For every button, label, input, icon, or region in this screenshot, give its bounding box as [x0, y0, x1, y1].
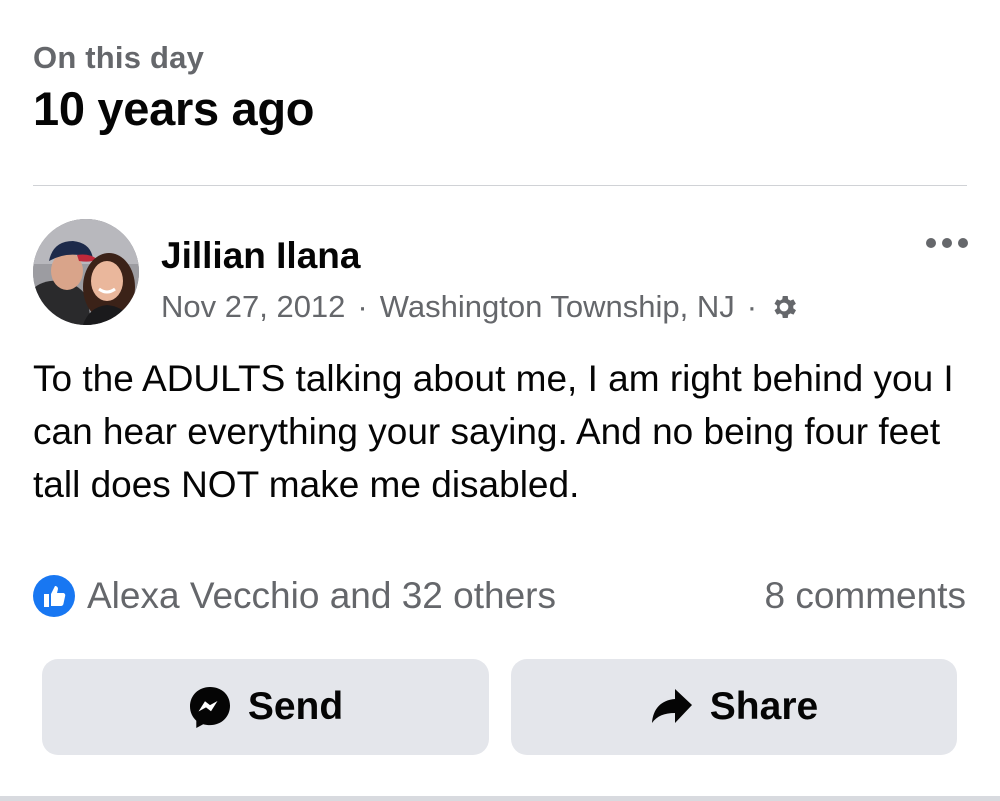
more-options-button[interactable] — [922, 228, 972, 258]
avatar[interactable] — [33, 219, 139, 325]
author-name[interactable]: Jillian Ilana — [161, 233, 360, 279]
share-label: Share — [709, 685, 819, 728]
share-button[interactable]: Share — [511, 659, 957, 755]
more-dots-icon — [926, 238, 968, 248]
memory-kicker: On this day — [33, 40, 205, 75]
gear-icon[interactable] — [769, 292, 799, 322]
reactions-summary[interactable]: Alexa Vecchio and 32 others — [33, 573, 556, 619]
bottom-edge — [0, 796, 1000, 801]
like-icon — [33, 575, 75, 617]
avatar-photo — [33, 219, 139, 325]
divider — [33, 185, 967, 186]
share-arrow-icon — [651, 689, 692, 723]
meta-separator: · — [357, 289, 368, 324]
send-label: Send — [247, 685, 344, 728]
post-location[interactable]: Washington Township, NJ — [380, 287, 735, 327]
post-date[interactable]: Nov 27, 2012 — [161, 287, 345, 327]
comments-count[interactable]: 8 comments — [764, 573, 966, 619]
memory-header: On this day 10 years ago — [33, 38, 315, 138]
meta-separator: · — [746, 289, 758, 324]
post-text: To the ADULTS talking about me, I am rig… — [33, 358, 954, 505]
memory-title: 10 years ago — [33, 82, 315, 135]
post-meta: Nov 27, 2012 · Washington Township, NJ · — [161, 287, 799, 327]
send-button[interactable]: Send — [42, 659, 489, 755]
reactions-text: Alexa Vecchio and 32 others — [87, 575, 556, 616]
messenger-icon — [189, 687, 230, 728]
